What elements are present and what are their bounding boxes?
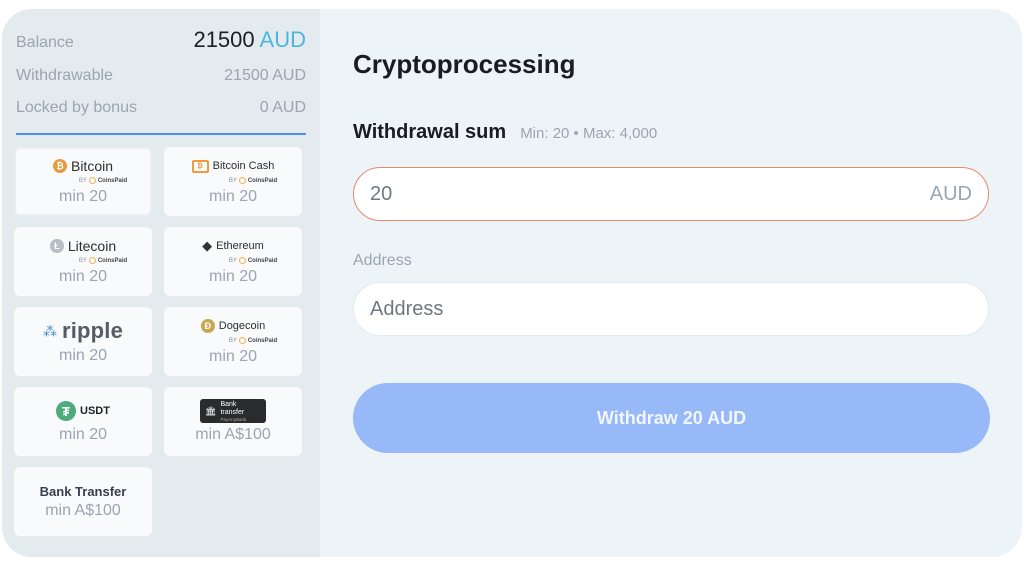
method-min: min 20 <box>58 268 108 285</box>
balance-row: Balance 21500 AUD <box>16 27 306 53</box>
locked-value: 0 AUD <box>259 99 306 116</box>
address-input[interactable] <box>370 297 972 321</box>
balance-value: 21500 AUD <box>193 27 306 52</box>
method-bitcoin[interactable]: ₿ Bitcoin BY CoinsPaid min 20 <box>14 147 152 216</box>
method-bank-transfer-payanybank[interactable]: 🏛 Bank transfer PayAnyBank min A$100 <box>164 387 302 456</box>
coinspaid-icon <box>238 337 246 344</box>
ripple-icon: ⁂ <box>42 322 57 339</box>
method-name: Ethereum <box>216 240 264 252</box>
withdrawable-label: Withdrawable <box>16 67 113 84</box>
bank-icon: 🏛 <box>205 405 217 416</box>
tether-icon: ₮ <box>56 401 77 421</box>
withdraw-button[interactable]: Withdraw 20 AUD <box>353 383 990 453</box>
method-ripple[interactable]: ⁂ ripple min 20 <box>14 307 152 376</box>
balance-label: Balance <box>16 34 74 51</box>
method-litecoin[interactable]: Ł Litecoin BY CoinsPaid min 20 <box>14 227 152 296</box>
ethereum-icon: ◆ <box>202 238 213 253</box>
payment-methods: ₿ Bitcoin BY CoinsPaid min 20 ₿ Bitcoin C… <box>14 147 304 536</box>
sidebar: Balance 21500 AUD Withdrawable 21500 AUD… <box>2 9 320 557</box>
method-min: min A$100 <box>45 501 121 519</box>
dogecoin-icon: Ð <box>200 319 215 333</box>
withdrawal-panel: Balance 21500 AUD Withdrawable 21500 AUD… <box>2 9 1022 557</box>
method-min: min 20 <box>208 188 258 205</box>
bitcoin-cash-icon: ₿ <box>191 159 209 173</box>
coinspaid-logo: BY CoinsPaid <box>228 257 278 264</box>
method-min: min 20 <box>58 426 108 443</box>
method-bitcoin-cash[interactable]: ₿ Bitcoin Cash BY CoinsPaid min 20 <box>164 147 302 216</box>
amount-input[interactable] <box>370 182 930 206</box>
method-name: Bitcoin Cash <box>212 160 275 172</box>
bitcoin-icon: ₿ <box>52 159 67 173</box>
locked-row: Locked by bonus 0 AUD <box>16 99 306 117</box>
withdrawal-sum-label: Withdrawal sum <box>353 121 507 143</box>
withdrawal-form: Cryptoprocessing Withdrawal sum Min: 20 … <box>320 9 1022 557</box>
method-usdt[interactable]: ₮ USDT min 20 <box>14 387 152 456</box>
withdrawable-value: 21500 AUD <box>224 67 306 84</box>
withdrawable-row: Withdrawable 21500 AUD <box>16 67 306 85</box>
coinspaid-logo: BY CoinsPaid <box>228 177 278 184</box>
method-min: min 20 <box>58 347 108 364</box>
divider <box>16 133 306 135</box>
coinspaid-logo: BY CoinsPaid <box>228 337 278 344</box>
method-name: Dogecoin <box>218 320 266 332</box>
withdrawal-sum-header: Withdrawal sum Min: 20 • Max: 4,000 <box>353 121 657 144</box>
method-name: ripple <box>61 318 124 343</box>
coinspaid-icon <box>88 257 96 264</box>
coinspaid-logo: BY CoinsPaid <box>78 177 128 184</box>
method-name: Litecoin <box>67 238 117 254</box>
amount-currency: AUD <box>929 182 972 205</box>
balance-currency: AUD <box>259 27 306 52</box>
method-min: min 20 <box>208 348 258 365</box>
method-min: min 20 <box>208 268 258 285</box>
coinspaid-icon <box>238 257 246 264</box>
litecoin-icon: Ł <box>49 239 64 253</box>
address-label: Address <box>353 252 412 269</box>
amount-field: AUD <box>353 167 989 221</box>
payanybank-logo: 🏛 Bank transfer PayAnyBank <box>200 399 266 423</box>
method-ethereum[interactable]: ◆ Ethereum BY CoinsPaid min 20 <box>164 227 302 296</box>
method-name: USDT <box>80 405 110 417</box>
method-bank-transfer[interactable]: Bank Transfer min A$100 <box>14 467 152 536</box>
address-field <box>353 282 989 336</box>
method-min: min A$100 <box>195 426 271 443</box>
method-dogecoin[interactable]: Ð Dogecoin BY CoinsPaid min 20 <box>164 307 302 376</box>
coinspaid-icon <box>238 177 246 184</box>
page-title: Cryptoprocessing <box>353 49 576 79</box>
method-name: Bitcoin <box>70 158 114 174</box>
coinspaid-icon <box>88 177 96 184</box>
method-min: min 20 <box>58 188 108 205</box>
coinspaid-logo: BY CoinsPaid <box>78 257 128 264</box>
withdrawal-limits: Min: 20 • Max: 4,000 <box>520 125 658 142</box>
locked-label: Locked by bonus <box>16 99 137 116</box>
method-name: Bank Transfer <box>39 483 127 499</box>
